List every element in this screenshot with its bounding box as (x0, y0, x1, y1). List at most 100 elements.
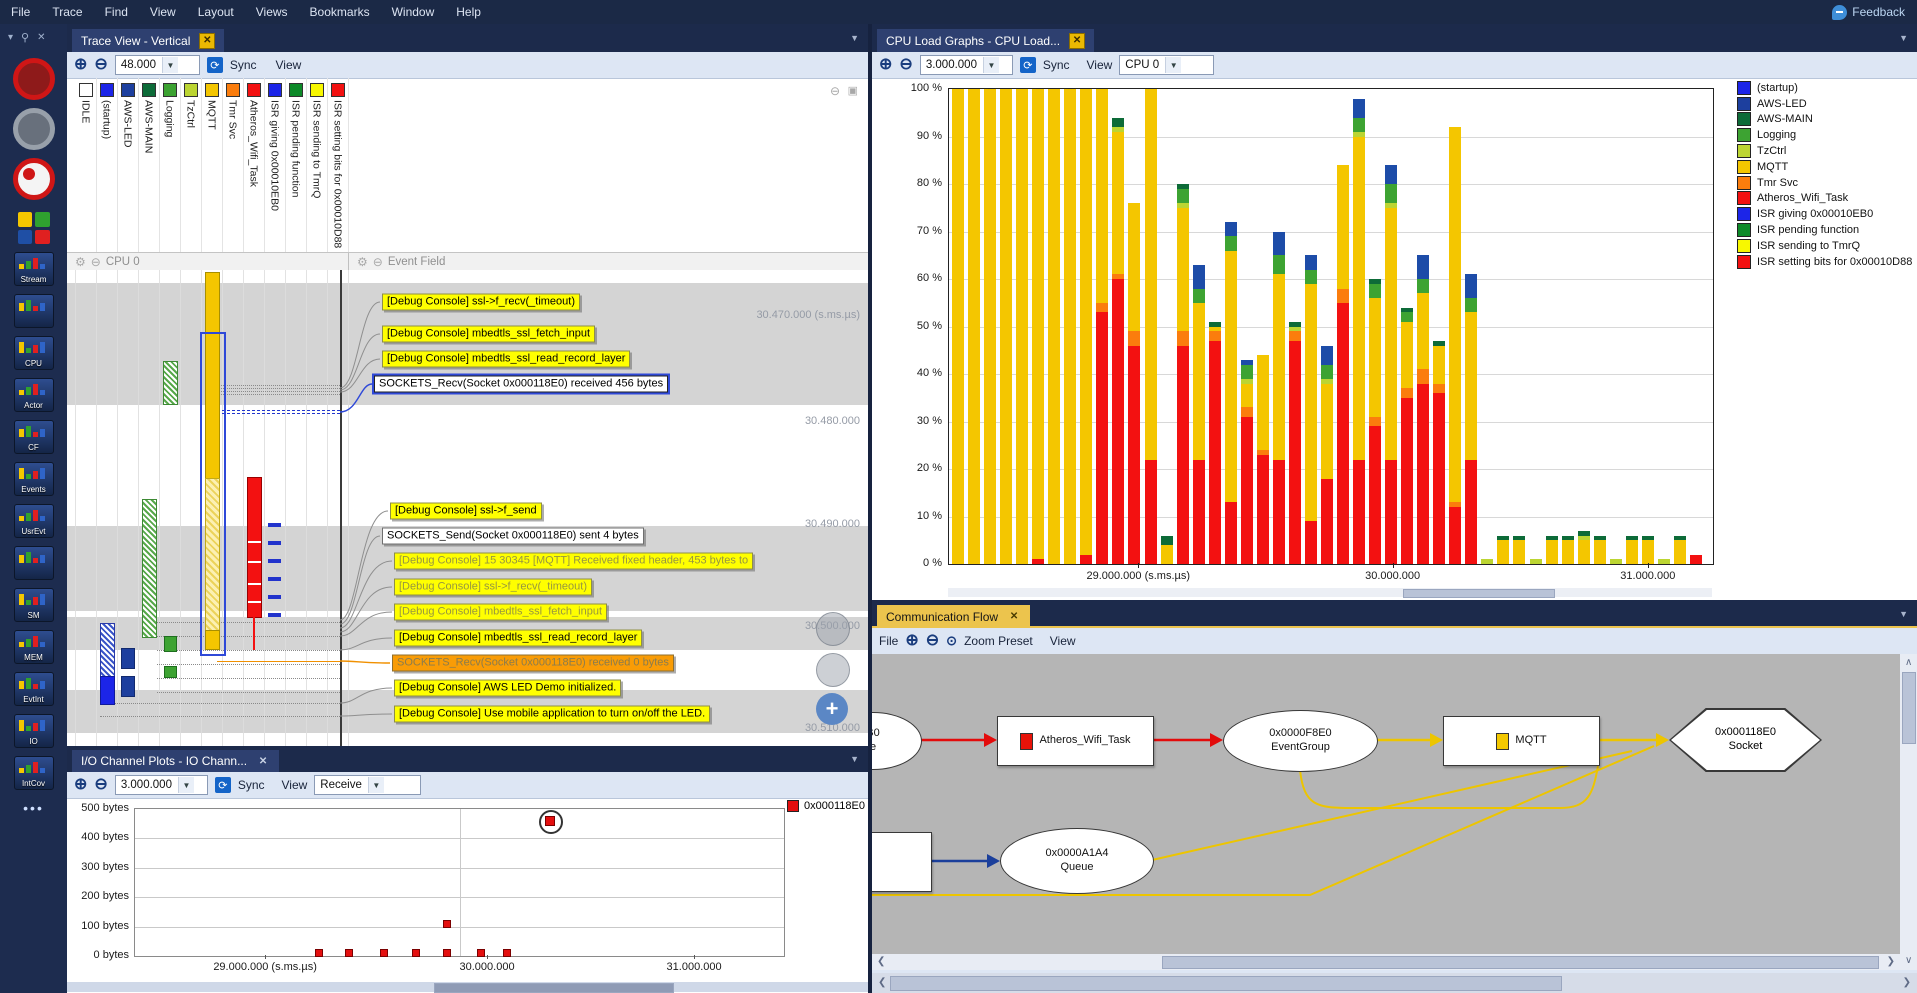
cpu-bar-segment-DG[interactable] (1578, 531, 1590, 536)
node-eventgroup[interactable]: 0x0000F8E0EventGroup (1223, 710, 1378, 772)
panel-menu-chevron-icon[interactable]: ▼ (850, 33, 859, 43)
sync-icon[interactable]: ⟳ (1020, 57, 1036, 73)
stop-button[interactable] (13, 108, 55, 150)
lane-column-0[interactable]: IDLE (75, 78, 97, 252)
legend-item[interactable]: TzCtrl (1737, 143, 1912, 159)
cpu-bar-segment-DG[interactable] (1642, 536, 1654, 541)
cpu-bar-segment-G[interactable] (1305, 270, 1317, 284)
scroll-right-icon[interactable]: ❯ (1887, 957, 1895, 967)
scroll-left-icon[interactable]: ❮ (878, 978, 886, 988)
lane-column-7[interactable]: Tmr Svc (222, 78, 244, 252)
comm-vertical-scrollbar[interactable]: ∧∨ (1900, 654, 1917, 970)
cpu-bar-segment-R[interactable] (1209, 341, 1221, 564)
legend-item[interactable]: MQTT (1737, 159, 1912, 175)
menu-item-help[interactable]: Help (445, 1, 492, 23)
event-label[interactable]: [Debug Console] ssl->f_send (390, 503, 542, 520)
sync-icon[interactable]: ⟳ (207, 57, 223, 73)
cpu-bar-segment-R[interactable] (1080, 555, 1092, 565)
legend-item[interactable]: Atheros_Wifi_Task (1737, 191, 1912, 207)
zoom-out-icon[interactable]: ⊖ (926, 633, 939, 649)
cpu-bar-segment-Y[interactable] (1321, 384, 1333, 479)
cpu-bar-segment-LG[interactable] (1481, 559, 1493, 564)
event-label[interactable]: [Debug Console] Use mobile application t… (394, 706, 710, 723)
scroll-up-icon[interactable]: ∧ (1905, 658, 1912, 668)
more-views-button[interactable]: ••• (0, 800, 67, 816)
zoom-level-select[interactable]: 48.000 ▼ (115, 55, 200, 75)
cpu-bar-segment-B[interactable] (1385, 165, 1397, 184)
window-icon[interactable]: ▣ (848, 84, 858, 97)
cpu-bar-segment-Y[interactable] (1257, 355, 1269, 450)
cpu-bar-segment-R[interactable] (1369, 426, 1381, 564)
cpu-bar-segment-LG[interactable] (1241, 379, 1253, 384)
scroll-down-float-button[interactable] (816, 653, 850, 687)
menu-item-layout[interactable]: Layout (187, 1, 245, 23)
cpu-bar-segment-DG[interactable] (1562, 536, 1574, 541)
event-label[interactable]: [Debug Console] ssl->f_recv(_timeout) (394, 579, 592, 596)
panel-menu-chevron-icon[interactable]: ▼ (850, 754, 859, 764)
view-menu[interactable]: View (1050, 634, 1076, 648)
cpu-bar-segment-Y[interactable] (1674, 540, 1686, 564)
logging-execution-bar[interactable] (164, 666, 177, 678)
cpu-bar-segment-DG[interactable] (1177, 184, 1189, 189)
cpu-bar-segment-Y[interactable] (952, 89, 964, 564)
lane-column-9[interactable]: ISR giving 0x00010EB0 (264, 78, 286, 252)
cpu-bar-segment-R[interactable] (1449, 507, 1461, 564)
startup-execution-bar[interactable] (100, 676, 115, 705)
cpu-bar-segment-Y[interactable] (1337, 165, 1349, 289)
cpu-bar-segment-DG[interactable] (1546, 536, 1558, 541)
cpu-bar-segment-O[interactable] (1401, 388, 1413, 398)
cpu-bar-segment-R[interactable] (1401, 398, 1413, 564)
sync-icon[interactable]: ⟳ (215, 777, 231, 793)
cpu-bar-segment-G[interactable] (1401, 312, 1413, 322)
cpu-bar-segment-O[interactable] (1096, 303, 1108, 313)
event-label[interactable]: [Debug Console] 15 30345 [MQTT] Received… (394, 553, 753, 570)
isr-giving-tick[interactable] (268, 613, 281, 617)
cpu-bar-segment-Y[interactable] (1112, 132, 1124, 275)
cpu-select[interactable]: CPU 0 ▼ (1119, 55, 1214, 75)
zoom-preset-menu[interactable]: Zoom Preset (964, 634, 1033, 648)
cpu-bar-segment-G[interactable] (1353, 118, 1365, 132)
cpu-bar-segment-R[interactable] (1225, 502, 1237, 564)
cpu-bar-segment-LG[interactable] (1578, 536, 1590, 541)
zoom-out-icon[interactable]: ⊖ (899, 57, 912, 73)
cpu-bar-segment-R[interactable] (1305, 521, 1317, 564)
zoom-in-float-button[interactable]: + (816, 693, 848, 725)
menu-item-view[interactable]: View (139, 1, 187, 23)
cpu-bar-segment-R[interactable] (1353, 460, 1365, 565)
cpu-bar-segment-R[interactable] (1321, 479, 1333, 565)
sync-label[interactable]: Sync (238, 778, 265, 792)
cpu-bar-segment-Y[interactable] (1353, 137, 1365, 460)
scrollbar-thumb[interactable] (1902, 672, 1916, 744)
sidebar-tool-usrevt[interactable]: UsrEvt (14, 504, 54, 538)
cpu-bar-segment-Y[interactable] (1401, 322, 1413, 389)
cpu-bar-segment-Y[interactable] (1578, 540, 1590, 564)
cpu-bar-segment-Y[interactable] (1417, 293, 1429, 369)
legend-item[interactable]: Logging (1737, 127, 1912, 143)
cpu-bar-segment-LG[interactable] (1353, 132, 1365, 137)
file-menu[interactable]: File (879, 634, 898, 648)
menu-item-find[interactable]: Find (94, 1, 139, 23)
isr-giving-tick[interactable] (268, 541, 281, 545)
menu-item-bookmarks[interactable]: Bookmarks (299, 1, 381, 23)
legend-item[interactable]: ISR giving 0x00010EB0 (1737, 206, 1912, 222)
sync-label[interactable]: Sync (1043, 58, 1070, 72)
cpu-bar-segment-Y[interactable] (1080, 89, 1092, 555)
panel-menu-chevron-icon[interactable]: ▼ (1899, 33, 1908, 43)
lane-column-6[interactable]: MQTT (201, 78, 223, 252)
cpu-bar-segment-Y[interactable] (1193, 303, 1205, 460)
tab-trace-view-vertical[interactable]: Trace View - Vertical ✕ (72, 29, 224, 52)
cpu-bar-segment-LG[interactable] (1658, 559, 1670, 564)
scroll-left-icon[interactable]: ❮ (877, 957, 885, 967)
channel-select[interactable]: Receive ▼ (314, 775, 421, 795)
cpu-bar-segment-Y[interactable] (1626, 540, 1638, 564)
event-label[interactable]: [Debug Console] mbedtls_ssl_read_record_… (394, 630, 642, 647)
cpu-bar-segment-O[interactable] (1209, 331, 1221, 341)
collapse-icon[interactable]: ⊖ (91, 255, 101, 269)
aws-main-fragmented-bar[interactable] (142, 499, 157, 638)
feedback-button[interactable]: Feedback (1832, 5, 1917, 20)
cpu-bar-segment-R[interactable] (1145, 460, 1157, 565)
cpu-bar-segment-B[interactable] (1353, 99, 1365, 118)
cpu-bar-segment-Y[interactable] (1000, 89, 1012, 564)
legend-item[interactable]: ISR sending to TmrQ (1737, 238, 1912, 254)
node-clipped-rect[interactable] (872, 832, 932, 892)
